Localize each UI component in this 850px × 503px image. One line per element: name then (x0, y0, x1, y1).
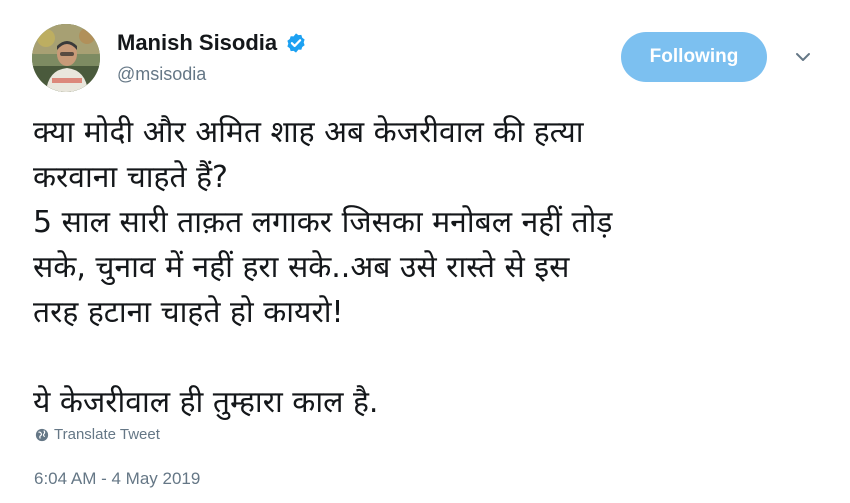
verified-badge-icon (285, 32, 307, 54)
tweet-text: क्या मोदी और अमित शाह अब केजरीवाल की हत्… (33, 110, 823, 425)
tweet-text-line: ये केजरीवाल ही तुम्हारा काल है. (33, 385, 379, 420)
globe-icon (35, 428, 49, 442)
avatar-image (32, 24, 100, 92)
author-handle[interactable]: @msisodia (117, 64, 206, 85)
tweet-card: Manish Sisodia @msisodia Following क्या … (0, 0, 850, 503)
translate-tweet-link[interactable]: Translate Tweet (35, 426, 160, 443)
tweet-text-line: 5 साल सारी ताक़त लगाकर जिसका मनोबल नहीं … (33, 205, 613, 240)
tweet-text-line: तरह हटाना चाहते हो कायरो! (33, 295, 344, 330)
translate-tweet-label[interactable]: Translate Tweet (54, 426, 160, 443)
tweet-text-line: सके, चुनाव में नहीं हरा सके..अब उसे रास्… (33, 250, 570, 285)
author-display-name[interactable]: Manish Sisodia (117, 30, 277, 56)
tweet-text-line: करवाना चाहते हैं? (33, 160, 228, 195)
author-name-row: Manish Sisodia (117, 30, 307, 56)
avatar[interactable] (32, 24, 100, 92)
tweet-timestamp[interactable]: 6:04 AM - 4 May 2019 (34, 469, 200, 489)
chevron-down-icon[interactable] (794, 50, 812, 64)
following-button[interactable]: Following (621, 32, 767, 82)
tweet-text-line: क्या मोदी और अमित शाह अब केजरीवाल की हत्… (33, 115, 584, 150)
